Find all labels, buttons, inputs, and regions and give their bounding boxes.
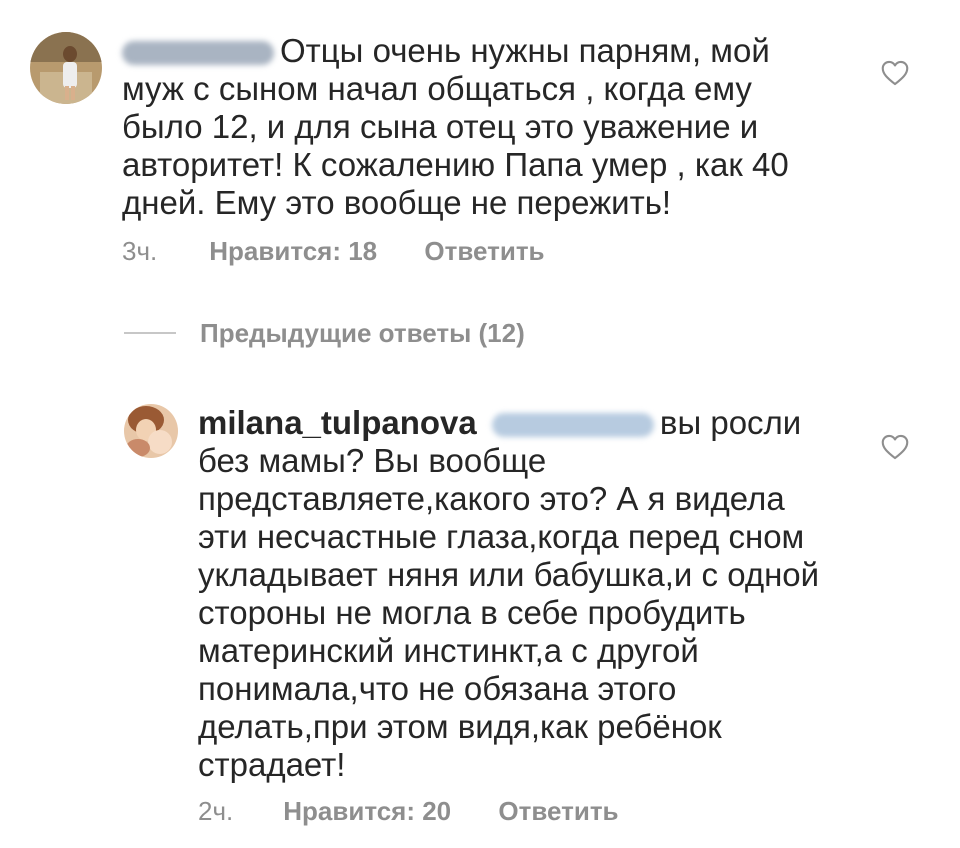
mention-blurred[interactable] bbox=[491, 413, 654, 438]
comment-text-line: вы росли bbox=[659, 404, 802, 441]
comment-text-line: материнский инстинкт,а с другой bbox=[198, 632, 699, 669]
comment-time: 2ч. bbox=[198, 796, 234, 826]
comment-text-line: эти несчастные глаза,когда перед сном bbox=[198, 518, 805, 555]
comment-text-line: авторитет! К сожалению Папа умер , как 4… bbox=[122, 146, 789, 183]
username-blurred[interactable] bbox=[122, 41, 274, 66]
reply-button[interactable]: Ответить bbox=[498, 796, 618, 826]
avatar-image bbox=[124, 404, 178, 458]
comment-meta: 3ч. Нравится: 18 Ответить bbox=[122, 236, 545, 266]
comment-text-line: делать,при этом видя,как ребёнок bbox=[198, 708, 722, 745]
likes-count-button[interactable]: Нравится: 20 bbox=[283, 796, 451, 826]
avatar-image bbox=[30, 32, 102, 104]
comment-text-line: понимала,что не обязана этого bbox=[198, 670, 677, 707]
like-heart-icon[interactable] bbox=[881, 60, 909, 86]
reply-button[interactable]: Ответить bbox=[424, 236, 544, 266]
comment-text: Отцы очень нужны парням, мой муж с сыном… bbox=[122, 32, 902, 222]
like-heart-icon[interactable] bbox=[881, 434, 909, 460]
comment-text-line: было 12, и для сына отец это уважение и bbox=[122, 108, 759, 145]
comment-text-line: муж с сыном начал общаться , когда ему bbox=[122, 70, 752, 107]
comment-time: 3ч. bbox=[122, 236, 158, 266]
comment-text-line: дней. Ему это вообще не пережить! bbox=[122, 184, 672, 221]
comment-text: milana_tulpanova вы росли без мамы? Вы в… bbox=[198, 404, 898, 784]
comment-text-line: представляете,какого это? А я видела bbox=[198, 480, 785, 517]
username-link[interactable]: milana_tulpanova bbox=[198, 404, 477, 441]
avatar[interactable] bbox=[124, 404, 178, 458]
comment-text-line: Отцы очень нужны парням, мой bbox=[280, 32, 770, 69]
comment-text-line: без мамы? Вы вообще bbox=[198, 442, 547, 479]
previous-replies-label: Предыдущие ответы (12) bbox=[200, 318, 525, 348]
comment-meta: 2ч. Нравится: 20 Ответить bbox=[198, 796, 619, 826]
comment-line: milana_tulpanova вы росли bbox=[198, 404, 898, 442]
comments-screen: Отцы очень нужны парням, мой муж с сыном… bbox=[0, 0, 960, 848]
comment-text-line: страдает! bbox=[198, 746, 346, 783]
comment-line: Отцы очень нужны парням, мой bbox=[122, 32, 902, 70]
view-previous-replies-button[interactable]: Предыдущие ответы (12) bbox=[124, 318, 525, 348]
divider-line bbox=[124, 332, 176, 334]
comment-text-line: укладывает няня или бабушка,и с одной bbox=[198, 556, 820, 593]
comment-text-line: стороны не могла в себе пробудить bbox=[198, 594, 746, 631]
avatar[interactable] bbox=[30, 32, 102, 104]
likes-count-button[interactable]: Нравится: 18 bbox=[209, 236, 377, 266]
